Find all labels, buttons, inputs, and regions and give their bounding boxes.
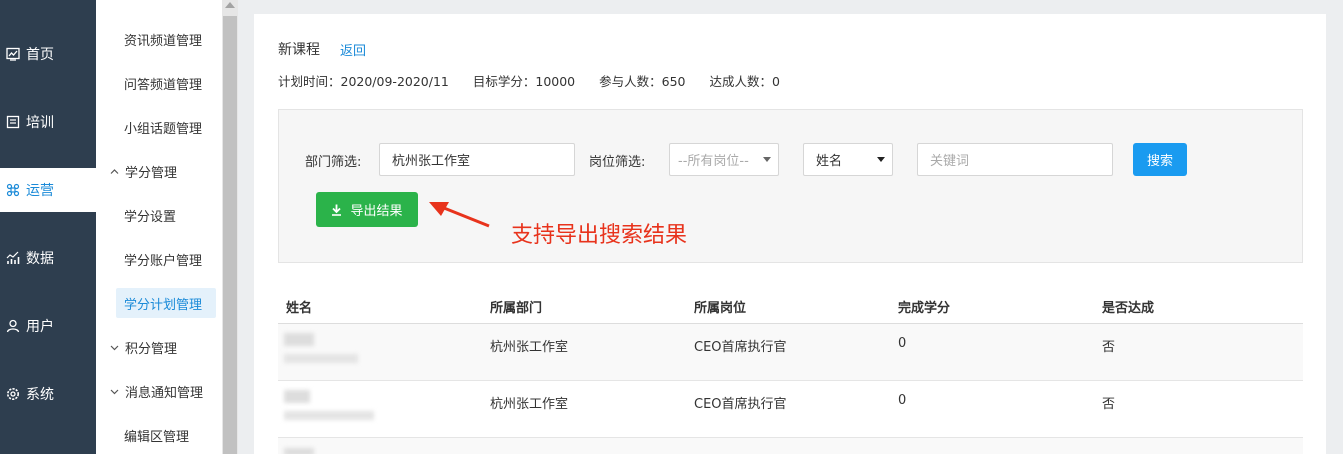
dept-filter-input[interactable]: 杭州张工作室 bbox=[379, 143, 575, 176]
column-header-achieved: 是否达成 bbox=[1102, 301, 1155, 316]
filter-box: 部门筛选: 杭州张工作室 岗位筛选: --所有岗位-- 姓名 关键词 搜索 导出… bbox=[278, 109, 1303, 263]
gear-icon bbox=[6, 387, 20, 401]
back-link[interactable]: 返回 bbox=[340, 40, 366, 59]
nav-item-home[interactable]: 首页 bbox=[0, 32, 96, 76]
cell-achieved: 否 bbox=[1102, 340, 1116, 355]
table-row bbox=[278, 438, 1303, 454]
position-select-value: --所有岗位-- bbox=[678, 154, 749, 169]
chevron-down-icon bbox=[763, 157, 771, 162]
main-nav: 首页 培训 运营 数据 用户 系统 bbox=[0, 0, 96, 454]
cell-position: CEO首席执行官 bbox=[694, 340, 787, 355]
blurred-name bbox=[284, 390, 310, 403]
search-button[interactable]: 搜索 bbox=[1133, 143, 1187, 176]
stat-target-credits: 目标学分：10000 bbox=[472, 74, 576, 89]
stat-plan-time: 计划时间：2020/09-2020/11 bbox=[278, 74, 449, 89]
export-label: 导出结果 bbox=[350, 204, 403, 219]
command-icon bbox=[6, 183, 20, 197]
dept-filter-label: 部门筛选: bbox=[305, 155, 362, 170]
cell-position: CEO首席执行官 bbox=[694, 397, 787, 412]
submenu-group-credits[interactable]: 学分管理 bbox=[96, 156, 222, 186]
cell-dept: 杭州张工作室 bbox=[490, 397, 569, 412]
column-header-name: 姓名 bbox=[286, 301, 313, 316]
sub-menu: 资讯频道管理 问答频道管理 小组话题管理 学分管理 学分设置 学分账户管理 学分… bbox=[96, 0, 222, 454]
nav-item-data[interactable]: 数据 bbox=[0, 236, 96, 280]
nav-label: 系统 bbox=[26, 387, 54, 403]
nav-label: 首页 bbox=[26, 47, 54, 63]
submenu-item-qa-channel[interactable]: 问答频道管理 bbox=[96, 68, 222, 98]
submenu-group-notifications[interactable]: 消息通知管理 bbox=[96, 376, 222, 406]
nav-item-operations[interactable]: 运营 bbox=[0, 168, 96, 212]
cell-achieved: 否 bbox=[1102, 397, 1116, 412]
position-filter-select[interactable]: --所有岗位-- bbox=[669, 143, 779, 176]
blurred-name bbox=[284, 448, 314, 454]
blurred-subtext bbox=[284, 354, 358, 363]
nav-label: 运营 bbox=[26, 183, 54, 199]
nav-label: 数据 bbox=[26, 251, 54, 267]
export-results-button[interactable]: 导出结果 bbox=[316, 192, 418, 227]
position-filter-label: 岗位筛选: bbox=[589, 155, 646, 170]
stat-achievers: 达成人数：0 bbox=[709, 74, 780, 89]
submenu-item-credit-accounts[interactable]: 学分账户管理 bbox=[96, 244, 222, 274]
scrollbar-thumb[interactable] bbox=[223, 16, 237, 454]
submenu-item-credit-settings[interactable]: 学分设置 bbox=[96, 200, 222, 230]
cell-credits: 0 bbox=[898, 336, 907, 351]
plan-stats: 计划时间：2020/09-2020/11 目标学分：10000 参与人数：650… bbox=[278, 71, 804, 90]
page-title: 新课程 bbox=[278, 42, 320, 58]
chevron-up-icon bbox=[110, 167, 119, 176]
submenu-item-credit-plans[interactable]: 学分计划管理 bbox=[116, 288, 216, 318]
chevron-down-icon bbox=[110, 343, 119, 352]
cell-credits: 0 bbox=[898, 393, 907, 408]
annotation-arrow-icon bbox=[429, 202, 490, 228]
nav-item-users[interactable]: 用户 bbox=[0, 304, 96, 348]
nav-label: 用户 bbox=[26, 319, 54, 335]
stat-participants: 参与人数：650 bbox=[599, 74, 686, 89]
user-icon bbox=[6, 319, 20, 333]
table-row: 杭州张工作室 CEO首席执行官 0 否 bbox=[278, 324, 1303, 381]
scroll-up-arrow-icon[interactable] bbox=[225, 2, 235, 8]
dashboard-icon bbox=[6, 47, 20, 61]
blurred-name bbox=[284, 333, 314, 346]
field-select[interactable]: 姓名 bbox=[803, 143, 893, 176]
chevron-down-icon bbox=[877, 157, 885, 162]
nav-item-system[interactable]: 系统 bbox=[0, 372, 96, 416]
field-select-value: 姓名 bbox=[816, 154, 843, 169]
table-header: 姓名 所属部门 所属岗位 完成学分 是否达成 bbox=[278, 286, 1303, 324]
submenu-item-news-channel[interactable]: 资讯频道管理 bbox=[96, 24, 222, 54]
bar-chart-icon bbox=[6, 251, 20, 265]
column-header-dept: 所属部门 bbox=[490, 301, 543, 316]
nav-label: 培训 bbox=[26, 115, 54, 131]
download-icon bbox=[331, 204, 342, 216]
table-row: 杭州张工作室 CEO首席执行官 0 否 bbox=[278, 381, 1303, 438]
book-icon bbox=[6, 115, 20, 129]
submenu-group-points[interactable]: 积分管理 bbox=[96, 332, 222, 362]
annotation-text: 支持导出搜索结果 bbox=[511, 223, 688, 248]
chevron-down-icon bbox=[110, 387, 119, 396]
blurred-subtext bbox=[284, 411, 374, 420]
cell-dept: 杭州张工作室 bbox=[490, 340, 569, 355]
submenu-item-group-topics[interactable]: 小组话题管理 bbox=[96, 112, 222, 142]
nav-item-training[interactable]: 培训 bbox=[0, 100, 96, 144]
column-header-credits: 完成学分 bbox=[898, 301, 951, 316]
column-header-position: 所属岗位 bbox=[694, 301, 747, 316]
content-panel: 新课程 返回 计划时间：2020/09-2020/11 目标学分：10000 参… bbox=[254, 14, 1326, 454]
keyword-input[interactable]: 关键词 bbox=[917, 143, 1113, 176]
submenu-item-editor-area[interactable]: 编辑区管理 bbox=[96, 420, 222, 450]
